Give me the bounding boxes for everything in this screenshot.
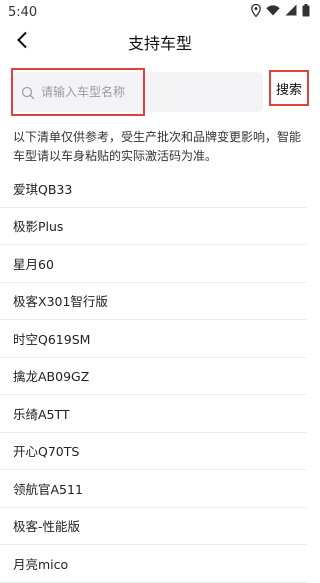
search-box[interactable] (13, 72, 263, 112)
status-icons (251, 3, 310, 21)
list-item[interactable]: 爱琪QB33 (0, 170, 307, 208)
chevron-left-icon (15, 31, 29, 53)
search-row: 搜索 (0, 66, 320, 122)
back-button[interactable] (8, 28, 36, 56)
model-list: 爱琪QB33 极影Plus 星月60 极客X301智行版 时空Q619SM 擒龙… (0, 170, 320, 583)
nav-bar: 支持车型 (0, 24, 320, 60)
list-item[interactable]: 擒龙AB09GZ (0, 358, 307, 395)
list-item[interactable]: 月亮mico (0, 545, 307, 583)
signal-icon (285, 4, 297, 20)
search-input[interactable] (41, 80, 251, 104)
notice-text: 以下清单仅供参考，受生产批次和品牌变更影响，智能车型请以车身粘贴的实际激活码为准… (13, 130, 302, 163)
status-bar: 5:40 (0, 0, 320, 24)
list-item[interactable]: 领航官A511 (0, 470, 307, 508)
location-icon (251, 3, 261, 21)
list-item[interactable]: 极客-性能版 (0, 508, 307, 545)
list-item[interactable]: 开心Q70TS (0, 433, 307, 470)
status-time: 5:40 (8, 4, 38, 20)
wifi-icon (266, 4, 280, 20)
search-icon (21, 85, 35, 104)
list-item[interactable]: 极影Plus (0, 208, 307, 245)
list-item[interactable]: 时空Q619SM (0, 320, 307, 358)
list-item[interactable]: 星月60 (0, 245, 307, 283)
page-title: 支持车型 (127, 34, 192, 53)
search-button[interactable]: 搜索 (269, 70, 309, 106)
battery-icon (302, 3, 310, 21)
list-item[interactable]: 极客X301智行版 (0, 283, 307, 320)
list-item[interactable]: 乐绮A5TT (0, 395, 307, 433)
